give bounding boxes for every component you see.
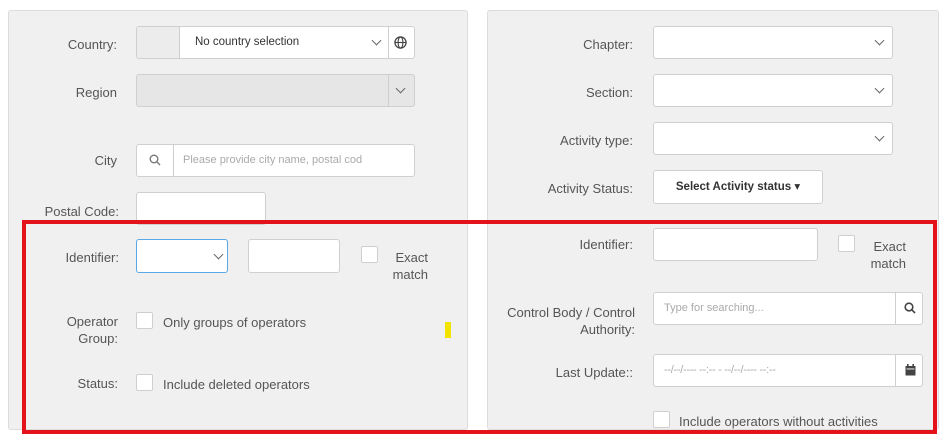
postal-code-label: Postal Code: <box>44 204 119 219</box>
country-globe-separator <box>388 27 389 58</box>
include-deleted-label: Include deleted operators <box>163 377 310 392</box>
globe-icon[interactable] <box>394 36 407 49</box>
exact-match-checkbox[interactable] <box>361 246 378 263</box>
chevron-down-icon <box>395 83 406 94</box>
identifier-value-input[interactable] <box>248 239 340 273</box>
exact-match-right-label: Exact match <box>870 239 906 271</box>
country-label: Country: <box>67 37 117 52</box>
last-update-input[interactable]: --/--/---- --:-- - --/--/---- --:-- <box>653 354 923 387</box>
calendar-icon[interactable] <box>905 364 916 376</box>
include-deleted-checkbox[interactable] <box>136 374 153 391</box>
city-input-placeholder: Please provide city name, postal cod <box>183 154 363 166</box>
search-icon <box>149 154 161 166</box>
only-groups-checkbox[interactable] <box>136 312 153 329</box>
city-label: City <box>94 153 117 168</box>
section-select[interactable] <box>653 74 893 107</box>
control-body-input[interactable]: Type for searching... <box>653 292 923 325</box>
control-body-placeholder: Type for searching... <box>664 302 764 314</box>
country-select-value: No country selection <box>195 36 300 48</box>
last-update-calendar-separator <box>895 355 896 386</box>
yellow-marker <box>445 322 451 338</box>
activity-status-label: Activity Status: <box>547 181 633 196</box>
chevron-down-icon <box>874 35 885 46</box>
last-update-placeholder: --/--/---- --:-- - --/--/---- --:-- <box>664 364 776 376</box>
city-search-separator <box>173 145 174 176</box>
chevron-down-icon <box>874 131 885 142</box>
region-label: Region <box>75 85 117 100</box>
exact-match-label: Exact match <box>392 250 428 282</box>
include-without-activities-label: Include operators without activities <box>679 414 878 429</box>
identifier-right-label: Identifier: <box>579 237 633 252</box>
region-select[interactable] <box>136 74 415 107</box>
activity-type-label: Activity type: <box>560 133 633 148</box>
chevron-down-icon <box>213 249 224 260</box>
identifier-label: Identifier: <box>65 250 119 265</box>
city-input[interactable]: Please provide city name, postal cod <box>136 144 415 177</box>
last-update-label: Last Update:: <box>555 365 633 380</box>
search-icon[interactable] <box>904 302 916 314</box>
chapter-label: Chapter: <box>583 37 633 52</box>
chevron-down-icon <box>371 35 382 46</box>
country-select[interactable]: No country selection <box>136 26 415 59</box>
control-body-search-separator <box>895 293 896 324</box>
postal-code-input[interactable] <box>136 192 266 225</box>
identifier-type-select[interactable] <box>136 239 228 273</box>
operator-group-label: Operator Group: <box>66 314 118 346</box>
chevron-down-icon <box>874 83 885 94</box>
status-label: Status: <box>77 376 118 391</box>
chapter-select[interactable] <box>653 26 893 59</box>
include-without-activities-checkbox[interactable] <box>653 411 670 428</box>
activity-type-select[interactable] <box>653 122 893 155</box>
only-groups-label: Only groups of operators <box>163 315 307 330</box>
control-body-label: Control Body / Control Authority: <box>507 305 635 337</box>
identifier-right-input[interactable] <box>653 228 818 261</box>
country-flag-separator <box>179 27 180 58</box>
country-flag-placeholder <box>137 27 179 58</box>
region-chevron-separator <box>388 75 389 106</box>
section-label: Section: <box>586 85 633 100</box>
select-activity-status-button[interactable]: Select Activity status ▾ <box>653 170 823 204</box>
exact-match-right-checkbox[interactable] <box>838 235 855 252</box>
